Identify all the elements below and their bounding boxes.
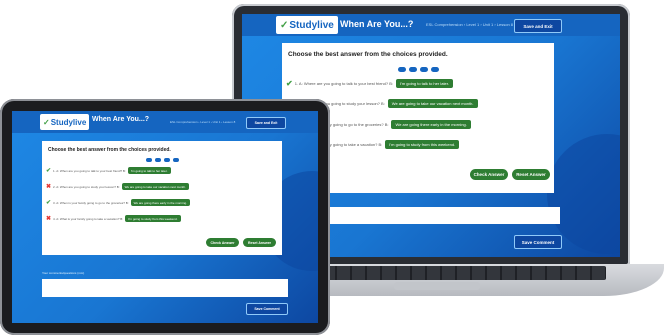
answer-chip[interactable]: We are going there early in the morning. <box>130 199 191 206</box>
answer-chip[interactable]: We are going to take our vacation next m… <box>121 183 189 190</box>
save-and-exit-button[interactable]: Save and Exit <box>514 19 562 33</box>
progress-dot <box>146 158 152 162</box>
save-and-exit-button[interactable]: Save and Exit <box>246 117 286 129</box>
check-icon: ✔ <box>46 168 52 174</box>
question-row: ✖ 4. A: What is your family going to tak… <box>46 215 181 222</box>
breadcrumb: ESL Comprehension › Level 1 › Unit 1 › L… <box>426 22 514 27</box>
progress-dots <box>146 158 179 162</box>
comment-label: Your comments/questions (mm) <box>42 271 85 275</box>
app-header: ✓ Studylive When Are You...? ESL Compreh… <box>242 14 620 36</box>
question-row: ✖ 2. A: When are you going to study your… <box>46 183 189 190</box>
question-panel: Choose the best answer from the choices … <box>42 141 282 255</box>
laptop-touchpad <box>394 282 480 290</box>
question-row: ✔ 1. A: Where are you going to talk to y… <box>286 79 453 88</box>
logo: ✓ Studylive <box>40 114 90 130</box>
check-answer-button[interactable]: Check Answer <box>470 169 508 180</box>
answer-chip[interactable]: I'm going to study from this weekend. <box>125 215 181 222</box>
progress-dot <box>398 67 406 72</box>
check-icon: ✔ <box>46 200 52 206</box>
instructions: Choose the best answer from the choices … <box>288 51 448 58</box>
answer-chip[interactable]: I'm going to talk to her later. <box>395 79 453 88</box>
question-row: ily going to take a vacation? B: I'm goi… <box>328 140 460 149</box>
reset-answer-button[interactable]: Reset Answer <box>243 238 276 247</box>
progress-dot <box>409 67 417 72</box>
logo: ✓ Studylive <box>276 16 338 34</box>
page-title: When Are You...? <box>92 116 150 123</box>
save-comment-button[interactable]: Save Comment <box>514 235 562 249</box>
breadcrumb: ESL Comprehension › Level 1 › Unit 1 › L… <box>170 120 236 124</box>
question-row: ily going to go to the groceries? B: We … <box>328 120 471 129</box>
x-icon: ✖ <box>46 216 52 222</box>
leaf-icon: ✓ <box>280 19 289 31</box>
leaf-icon: ✓ <box>43 117 50 127</box>
tablet-screen: ✓ Studylive When Are You...? ESL Compreh… <box>12 111 318 323</box>
question-row: ✔ 3. A: When is your family going to go … <box>46 199 191 206</box>
question-row: ✔ 1. A: When are you going to talk to yo… <box>46 167 171 174</box>
answer-chip[interactable]: I'm going to talk to her later. <box>127 167 171 174</box>
instructions: Choose the best answer from the choices … <box>48 147 171 153</box>
save-comment-button[interactable]: Save Comment <box>246 303 288 315</box>
progress-dot <box>173 158 179 162</box>
x-icon: ✖ <box>46 184 52 190</box>
progress-dot <box>164 158 170 162</box>
answer-chip[interactable]: We are going there early in the morning. <box>391 120 471 129</box>
reset-answer-button[interactable]: Reset Answer <box>512 169 550 180</box>
page-title: When Are You...? <box>340 19 414 29</box>
progress-dot <box>431 67 439 72</box>
answer-chip[interactable]: We are going to take our vacation next m… <box>387 99 478 108</box>
progress-dot <box>420 67 428 72</box>
progress-dots <box>398 67 439 72</box>
answer-chip[interactable]: I'm going to study from this weekend. <box>385 140 460 149</box>
app-header: ✓ Studylive When Are You...? ESL Compreh… <box>12 111 318 133</box>
check-answer-button[interactable]: Check Answer <box>206 238 239 247</box>
progress-dot <box>155 158 161 162</box>
check-icon: ✔ <box>286 79 293 88</box>
comment-input[interactable] <box>42 279 288 297</box>
